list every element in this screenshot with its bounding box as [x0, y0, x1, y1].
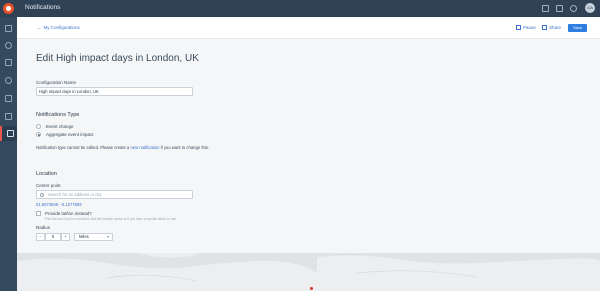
- share-button[interactable]: Share: [542, 25, 561, 30]
- save-button[interactable]: Save: [568, 24, 587, 32]
- pause-icon: [516, 25, 521, 30]
- location-pin-icon[interactable]: [310, 287, 313, 290]
- location-search-input[interactable]: Search for an address or city: [36, 190, 193, 199]
- sidebar-item-pulse[interactable]: [0, 91, 17, 106]
- share-label: Share: [549, 25, 562, 30]
- top-bar: Notifications GA: [0, 0, 600, 17]
- radio-aggregate-event-impact[interactable]: [36, 132, 41, 137]
- pulse-icon: [5, 95, 12, 102]
- help-icon[interactable]: [570, 5, 577, 12]
- coordinates-link[interactable]: 51.5073509, -0.1277583: [36, 202, 82, 207]
- radius-increment-button[interactable]: +: [61, 233, 70, 241]
- sidebar-item-documents[interactable]: [0, 109, 17, 124]
- new-notification-link[interactable]: new notification: [131, 145, 160, 150]
- config-name-label: Configuration Name: [36, 80, 77, 85]
- sidebar-item-notifications[interactable]: [0, 126, 17, 141]
- radius-decrement-button[interactable]: −: [36, 233, 45, 241]
- radio-event-change[interactable]: [36, 124, 41, 129]
- arrow-left-icon: ←: [37, 25, 42, 30]
- pause-button[interactable]: Pause: [516, 25, 536, 30]
- radius-unit-select[interactable]: Miles ▾: [74, 233, 113, 241]
- latlon-hint: Pick the box if you're not able to find …: [45, 217, 177, 221]
- grid-icon[interactable]: [542, 5, 549, 12]
- radius-label: Radius: [36, 225, 51, 230]
- center-point-label: Center point: [36, 183, 61, 188]
- sidebar-item-calendar[interactable]: [0, 55, 17, 70]
- type-note: Notification type cannot be edited. Plea…: [36, 145, 209, 150]
- notifications-icon: [7, 130, 14, 137]
- sidebar-item-compass[interactable]: [0, 73, 17, 88]
- type-note-text-end: if you want to change this.: [160, 145, 209, 150]
- chevron-down-icon: ▾: [106, 234, 109, 239]
- compass-icon: [5, 77, 12, 84]
- latlon-label: Provide lat/lon instead?: [45, 211, 92, 216]
- sidebar-item-menu[interactable]: [0, 21, 17, 36]
- latlon-checkbox[interactable]: [36, 211, 41, 216]
- pause-label: Pause: [523, 25, 536, 30]
- sidebar-item-search[interactable]: [0, 38, 17, 53]
- search-placeholder: Search for an address or city: [48, 192, 102, 197]
- radio-aggregate-event-impact-label: Aggregate event impact: [46, 132, 94, 137]
- page-title: Edit High impact days in London, UK: [36, 53, 199, 64]
- main-content: ← My Configurations Pause Share Save Edit…: [17, 17, 600, 291]
- app-title: Notifications: [25, 4, 61, 11]
- location-heading: Location: [36, 171, 57, 177]
- radio-event-change-label: Event change: [46, 124, 74, 129]
- notifications-type-heading: Notifications Type: [36, 112, 80, 118]
- map-land-shapes: [17, 253, 600, 291]
- back-link-label: My Configurations: [43, 25, 80, 30]
- sidebar: [0, 17, 17, 291]
- menu-icon: [5, 25, 12, 32]
- radius-value-input[interactable]: 5: [45, 233, 61, 241]
- search-icon: [40, 193, 44, 197]
- config-name-input[interactable]: High impact days in London, UK: [36, 87, 193, 96]
- back-link[interactable]: ← My Configurations: [37, 25, 80, 30]
- search-icon: [5, 42, 12, 49]
- calendar-icon: [5, 59, 12, 66]
- share-icon: [542, 25, 547, 30]
- type-note-text: Notification type cannot be edited. Plea…: [36, 145, 130, 150]
- bookmark-icon[interactable]: [556, 5, 563, 12]
- location-map[interactable]: [17, 253, 600, 291]
- sub-header: ← My Configurations Pause Share Save: [17, 17, 600, 39]
- logo-icon[interactable]: [3, 3, 14, 14]
- document-icon: [5, 113, 12, 120]
- radius-unit-value: Miles: [79, 234, 89, 239]
- avatar[interactable]: GA: [585, 3, 595, 13]
